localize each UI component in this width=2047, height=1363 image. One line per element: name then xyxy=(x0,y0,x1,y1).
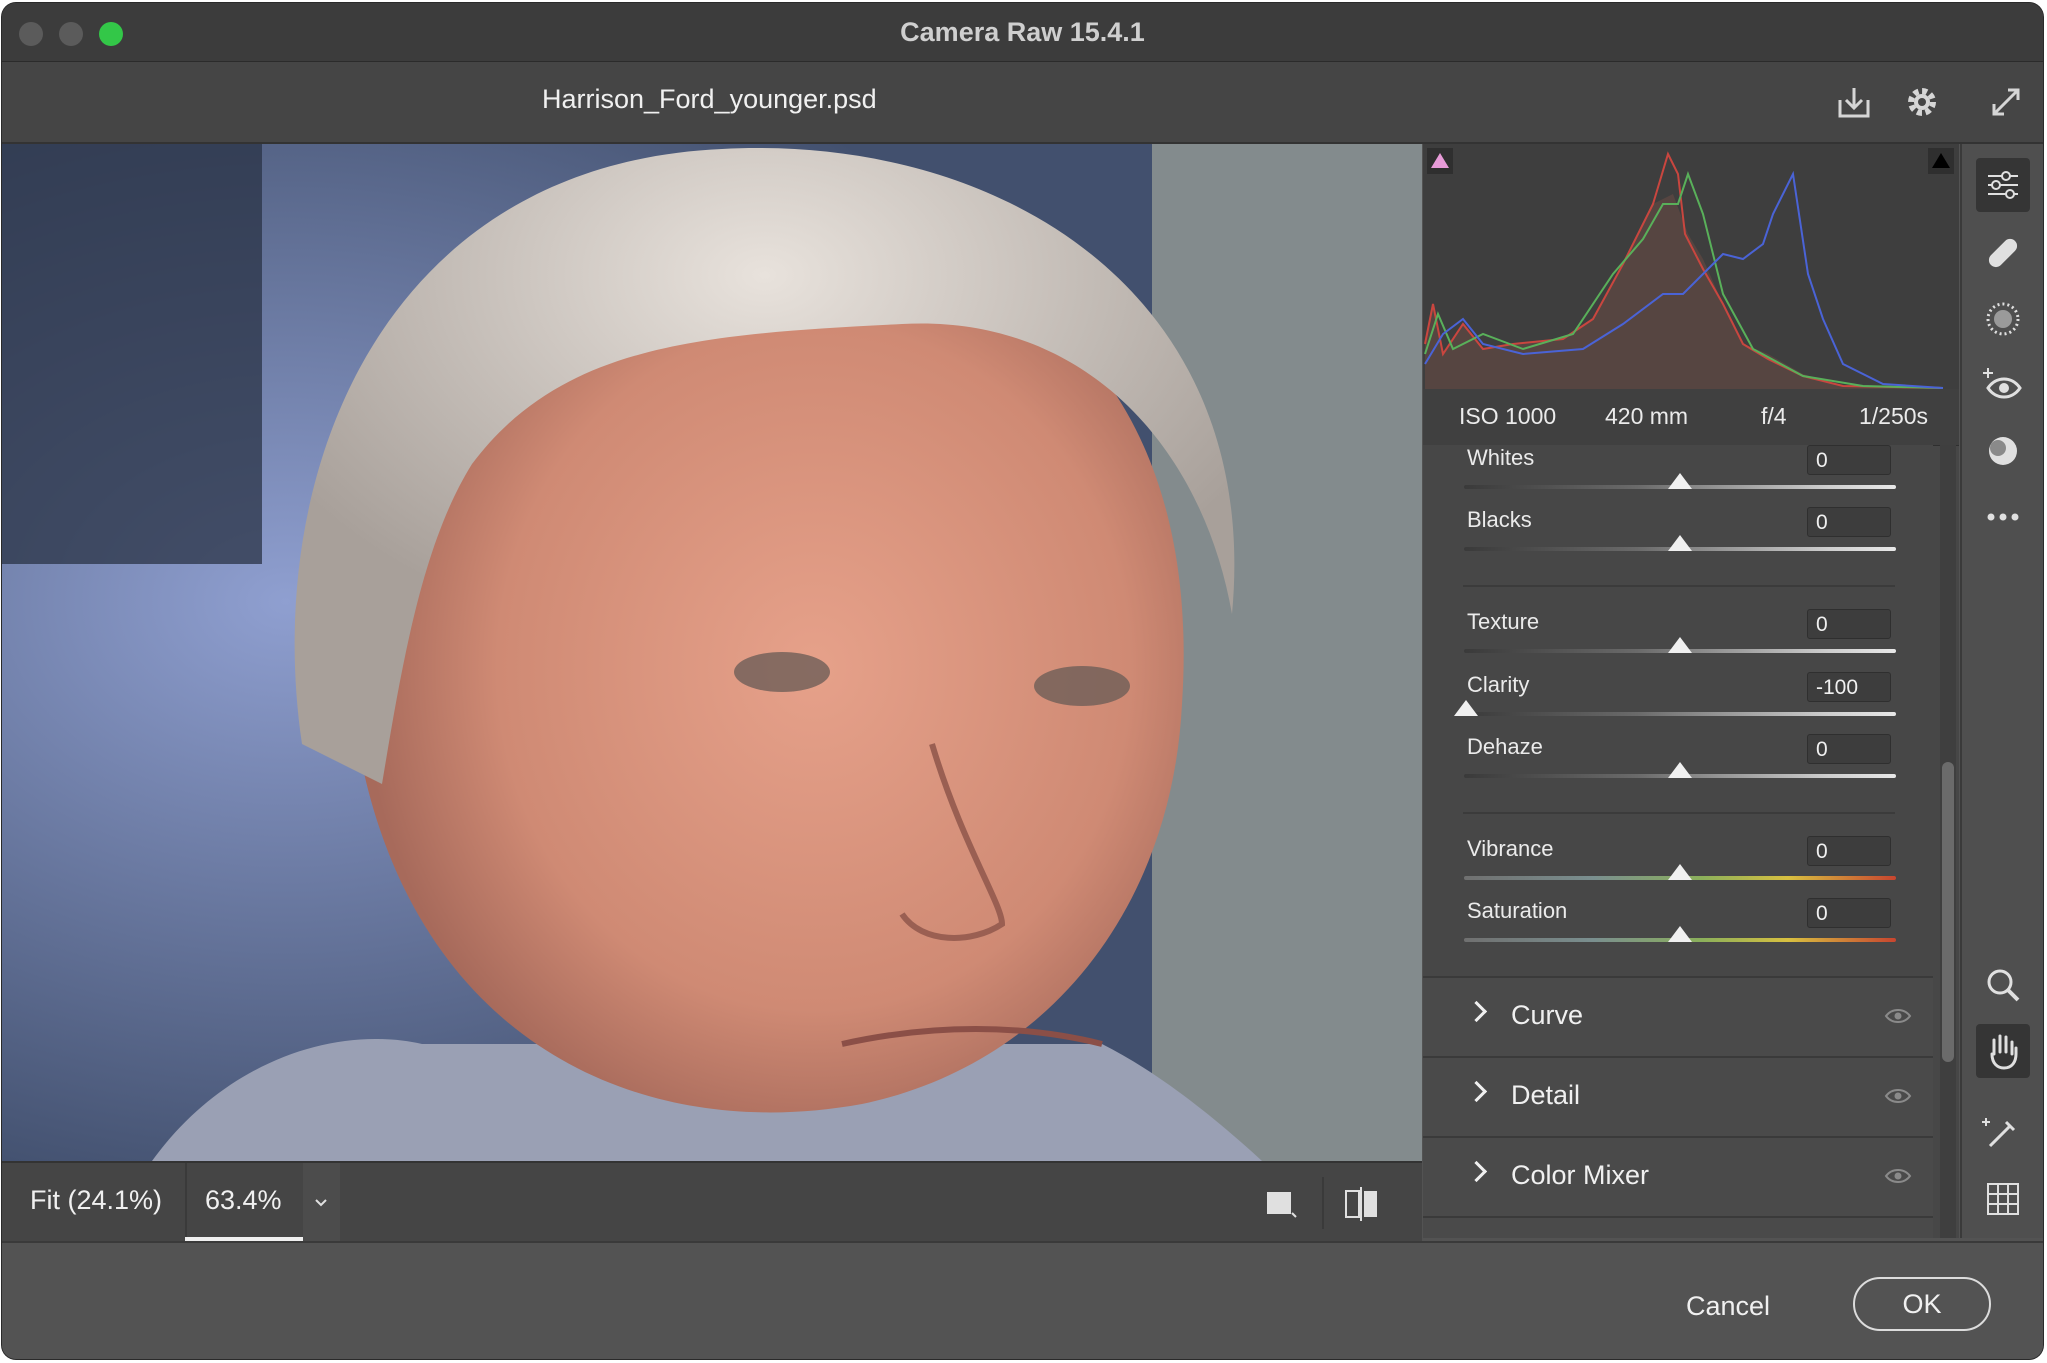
slider-thumb[interactable] xyxy=(1668,926,1692,942)
masking-icon xyxy=(1986,302,2020,336)
slider-clarity: Clarity -100 xyxy=(1423,672,1933,732)
masking-tool[interactable] xyxy=(1976,292,2030,346)
gear-icon[interactable] xyxy=(1902,82,1942,122)
basic-sliders: Whites 0 Blacks 0 Texture 0 Clarity -100 xyxy=(1423,445,1933,972)
slider-label: Saturation xyxy=(1467,898,1568,923)
presets-icon xyxy=(1989,437,2017,465)
hand-icon xyxy=(1990,1034,2018,1070)
camera-raw-window: Camera Raw 15.4.1 Harrison_Ford_younger.… xyxy=(2,3,2043,1359)
header: Harrison_Ford_younger.psd xyxy=(2,62,2043,144)
zoom-tool[interactable] xyxy=(1976,958,2030,1012)
highlight-clipping-icon[interactable] xyxy=(1928,148,1954,174)
slider-texture: Texture 0 xyxy=(1423,609,1933,669)
section-detail[interactable]: Detail xyxy=(1423,1056,1933,1136)
edit-icon xyxy=(1988,171,2018,199)
slider-vibrance: Vibrance 0 xyxy=(1423,836,1933,896)
photo-preview xyxy=(2,144,1422,1161)
ok-button[interactable]: OK xyxy=(1853,1277,1991,1331)
slider-label: Blacks xyxy=(1467,507,1532,532)
edit-panel: ISO 1000 420 mm f/4 1/250s Whites 0 Blac… xyxy=(1423,144,1959,1238)
dialog-footer: Cancel OK xyxy=(2,1241,2043,1359)
slider-thumb[interactable] xyxy=(1668,535,1692,551)
title-bar: Camera Raw 15.4.1 xyxy=(2,3,2043,62)
histogram-graph xyxy=(1424,151,1944,389)
exif-info: ISO 1000 420 mm f/4 1/250s xyxy=(1423,389,1959,446)
zoom-fit-button[interactable]: Fit (24.1%) xyxy=(30,1185,162,1216)
slider-thumb[interactable] xyxy=(1454,700,1478,716)
slider-saturation: Saturation 0 xyxy=(1423,898,1933,958)
scrollbar-thumb[interactable] xyxy=(1942,762,1954,1062)
slider-label: Dehaze xyxy=(1467,734,1543,759)
fullscreen-icon[interactable] xyxy=(1986,82,2026,122)
slider-label: Whites xyxy=(1467,445,1535,470)
image-viewer[interactable] xyxy=(2,144,1422,1161)
divider xyxy=(1463,585,1895,587)
divider xyxy=(185,1163,187,1243)
shadow-clipping-icon[interactable] xyxy=(1427,148,1453,174)
slider-value-field[interactable]: 0 xyxy=(1807,445,1891,475)
color-sampler-icon xyxy=(1982,1118,2016,1148)
grid-overlay-icon xyxy=(1987,1183,2019,1215)
eye-icon[interactable] xyxy=(1884,1088,1912,1104)
tool-strip xyxy=(1960,144,2043,1238)
before-after-icon[interactable] xyxy=(1342,1185,1380,1223)
divider xyxy=(1322,1177,1324,1229)
zoom-dropdown[interactable] xyxy=(303,1163,340,1243)
iso-value: ISO 1000 xyxy=(1459,403,1557,429)
zoom-icon xyxy=(1987,969,2020,1002)
hand-tool[interactable] xyxy=(1976,1024,2030,1078)
more-icon xyxy=(1987,513,2019,521)
section-color-mixer[interactable]: Color Mixer xyxy=(1423,1136,1933,1216)
slider-thumb[interactable] xyxy=(1668,473,1692,489)
edit-tool[interactable] xyxy=(1976,158,2030,212)
grid-overlay-tool[interactable] xyxy=(1976,1172,2030,1226)
more-tools[interactable] xyxy=(1976,490,2030,544)
slider-thumb[interactable] xyxy=(1668,864,1692,880)
color-sampler-tool[interactable] xyxy=(1976,1106,2030,1160)
healing-brush-icon xyxy=(1988,238,2018,268)
slider-value-field[interactable]: 0 xyxy=(1807,609,1891,639)
zoom-level-button[interactable]: 63.4% xyxy=(205,1185,282,1216)
single-view-icon[interactable] xyxy=(1264,1187,1298,1221)
cancel-button[interactable]: Cancel xyxy=(1668,1283,1788,1329)
slider-label: Vibrance xyxy=(1467,836,1554,861)
slider-value-field[interactable]: 0 xyxy=(1807,734,1891,764)
presets-tool[interactable] xyxy=(1976,424,2030,478)
healing-tool[interactable] xyxy=(1976,226,2030,280)
section-label: Color Mixer xyxy=(1511,1160,1650,1190)
eye-icon[interactable] xyxy=(1884,1008,1912,1024)
shutter-speed-value: 1/250s xyxy=(1859,403,1929,429)
viewer-toolbar: Fit (24.1%) 63.4% xyxy=(2,1161,1422,1243)
focal-length-value: 420 mm xyxy=(1605,403,1689,429)
histogram xyxy=(1423,144,1959,389)
slider-thumb[interactable] xyxy=(1668,762,1692,778)
slider-label: Texture xyxy=(1467,609,1540,634)
chevron-right-icon xyxy=(1465,1000,1488,1023)
save-icon[interactable] xyxy=(1834,82,1874,122)
chevron-down-icon xyxy=(315,1199,327,1207)
slider-thumb[interactable] xyxy=(1668,637,1692,653)
slider-value-field[interactable]: -100 xyxy=(1807,672,1891,702)
red-eye-icon xyxy=(1983,368,2022,399)
slider-blacks: Blacks 0 xyxy=(1423,507,1933,567)
chevron-right-icon xyxy=(1465,1160,1488,1183)
eye-icon[interactable] xyxy=(1884,1168,1912,1184)
slider-whites: Whites 0 xyxy=(1423,445,1933,505)
slider-dehaze: Dehaze 0 xyxy=(1423,734,1933,794)
section-curve[interactable]: Curve xyxy=(1423,976,1933,1056)
aperture-value: f/4 xyxy=(1761,403,1787,429)
divider xyxy=(1463,812,1895,814)
section-next xyxy=(1423,1216,1933,1238)
slider-value-field[interactable]: 0 xyxy=(1807,836,1891,866)
slider-track[interactable] xyxy=(1464,712,1896,716)
chevron-right-icon xyxy=(1465,1080,1488,1103)
slider-label: Clarity xyxy=(1467,672,1530,697)
slider-value-field[interactable]: 0 xyxy=(1807,898,1891,928)
section-label: Curve xyxy=(1511,1000,1584,1030)
window-title: Camera Raw 15.4.1 xyxy=(900,17,1145,47)
slider-value-field[interactable]: 0 xyxy=(1807,507,1891,537)
section-label: Detail xyxy=(1511,1080,1581,1110)
red-eye-tool[interactable] xyxy=(1976,358,2030,412)
file-name: Harrison_Ford_younger.psd xyxy=(542,84,877,114)
